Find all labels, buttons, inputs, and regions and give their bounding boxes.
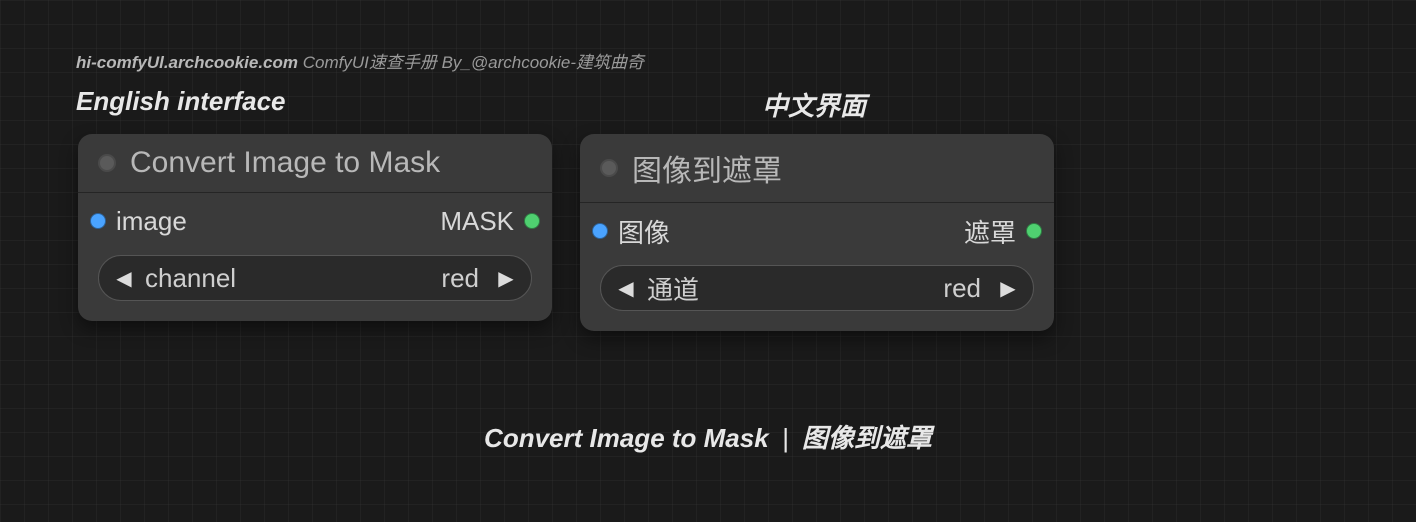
node-title: Convert Image to Mask [130, 146, 440, 180]
output-port-label: MASK [440, 206, 514, 237]
chevron-right-icon[interactable]: ▶ [495, 266, 517, 291]
node-header[interactable]: Convert Image to Mask [78, 134, 552, 193]
channel-selector[interactable]: ◀ channel red ▶ [98, 255, 532, 301]
widget-name: channel [145, 263, 236, 294]
port-dot-icon[interactable] [90, 213, 106, 229]
port-dot-icon[interactable] [524, 213, 540, 229]
node-title: 图像到遮罩 [632, 146, 782, 190]
port-dot-icon[interactable] [1026, 223, 1042, 239]
footer-caption-zh: 图像到遮罩 [802, 423, 932, 453]
widget-name: 通道 [647, 270, 699, 307]
attribution-credit: ComfyUI速查手册 By_@archcookie-建筑曲奇 [303, 53, 644, 72]
chevron-left-icon[interactable]: ◀ [615, 276, 637, 301]
output-port-mask[interactable]: MASK [440, 206, 548, 237]
attribution-url: hi-comfyUl.archcookie.com [76, 53, 298, 72]
node-ports-row: 图像 遮罩 [580, 209, 1054, 253]
widget-value: red [441, 263, 485, 294]
footer-caption-en: Convert Image to Mask [484, 423, 769, 453]
node-status-dot-icon [98, 154, 116, 172]
footer-caption: Convert Image to Mask | 图像到遮罩 [0, 418, 1416, 455]
column-label-english: English interface [76, 86, 286, 117]
column-label-chinese: 中文界面 [762, 86, 866, 123]
node-status-dot-icon [600, 159, 618, 177]
input-port-label: 图像 [618, 213, 670, 250]
input-port-image[interactable]: 图像 [584, 213, 670, 250]
attribution-line: hi-comfyUl.archcookie.com ComfyUI速查手册 By… [76, 48, 644, 73]
chevron-right-icon[interactable]: ▶ [997, 276, 1019, 301]
footer-caption-separator: | [776, 423, 795, 453]
node-convert-image-to-mask-en[interactable]: Convert Image to Mask image MASK ◀ chann… [78, 134, 552, 321]
chevron-left-icon[interactable]: ◀ [113, 266, 135, 291]
widget-value: red [943, 273, 987, 304]
port-dot-icon[interactable] [592, 223, 608, 239]
output-port-label: 遮罩 [964, 213, 1016, 250]
channel-selector[interactable]: ◀ 通道 red ▶ [600, 265, 1034, 311]
input-port-image[interactable]: image [82, 206, 187, 237]
input-port-label: image [116, 206, 187, 237]
node-header[interactable]: 图像到遮罩 [580, 134, 1054, 203]
node-convert-image-to-mask-zh[interactable]: 图像到遮罩 图像 遮罩 ◀ 通道 red ▶ [580, 134, 1054, 331]
node-ports-row: image MASK [78, 199, 552, 243]
output-port-mask[interactable]: 遮罩 [964, 213, 1050, 250]
